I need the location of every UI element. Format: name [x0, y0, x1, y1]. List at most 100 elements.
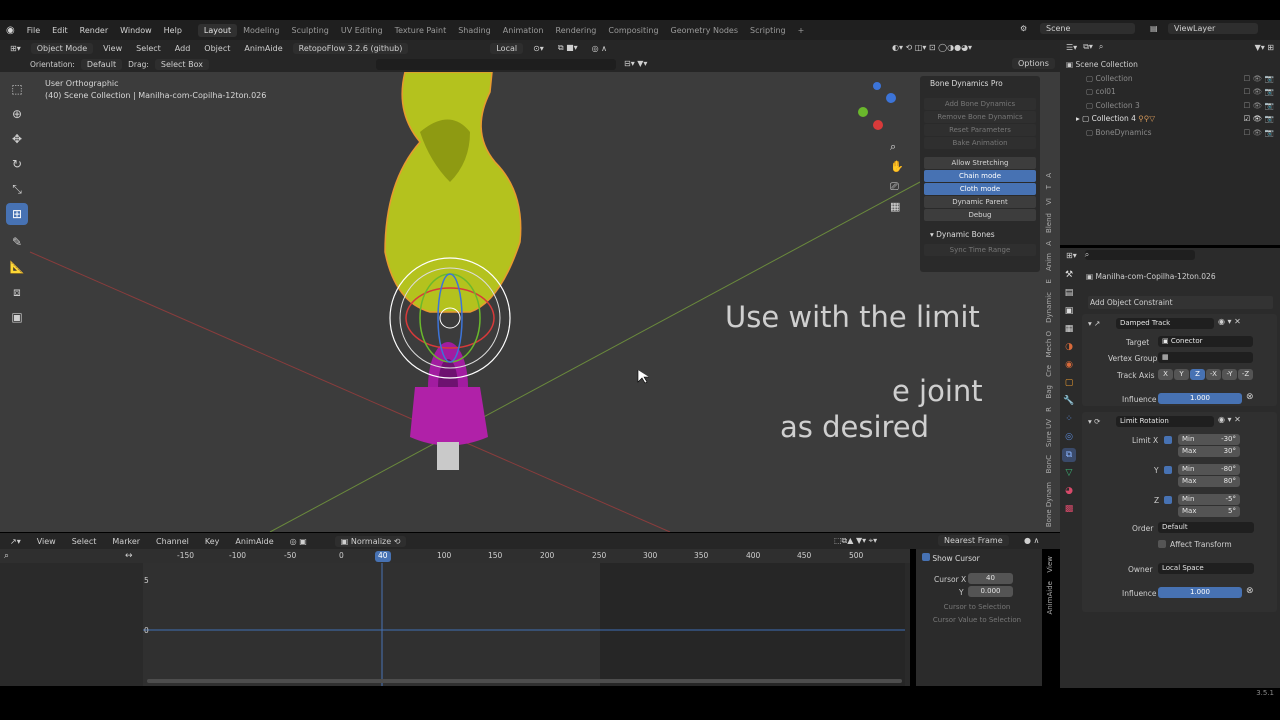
constraints-tab-icon[interactable]: ⧉ — [1062, 448, 1076, 462]
normalize-toggle[interactable]: ▣ Normalize ⟲ — [334, 535, 407, 547]
axis-x-button[interactable]: X — [1158, 369, 1173, 380]
physics-tab-icon[interactable]: ◎ — [1062, 430, 1076, 444]
texture-tab-icon[interactable]: ▩ — [1062, 502, 1076, 516]
sidebar-tab[interactable]: A — [1045, 173, 1053, 178]
view-layer-selector[interactable]: ViewLayer — [1168, 23, 1258, 34]
limit-x-checkbox[interactable] — [1164, 436, 1172, 444]
menu-channel[interactable]: Channel — [152, 536, 193, 547]
camera-icon[interactable]: ⎚ — [890, 177, 904, 197]
bake-animation-button[interactable]: Bake Animation — [924, 137, 1036, 149]
influence-slider[interactable]: 1.000 — [1158, 393, 1242, 404]
tab-animaide[interactable]: AnimAide — [1046, 581, 1054, 614]
mode-dropdown[interactable]: Object Mode — [30, 42, 94, 54]
add-constraint-dropdown[interactable]: Add Object Constraint — [1088, 296, 1273, 309]
x-max-field[interactable]: Max 30° — [1178, 446, 1240, 457]
sidebar-tab[interactable]: Cre — [1045, 365, 1053, 377]
outliner-row[interactable]: ▢ Collection ☐ 👁 📷 — [1066, 72, 1274, 86]
disable-keep-transform-icon[interactable]: ⊗ — [1246, 586, 1254, 596]
sidebar-tab[interactable]: Anim — [1045, 253, 1053, 271]
influence-slider[interactable]: 1.000 — [1158, 587, 1242, 598]
menu-edit[interactable]: Edit — [46, 26, 74, 35]
filter-icon[interactable]: ⊟▾ ▼▾ — [620, 58, 651, 69]
menu-select[interactable]: Select — [132, 43, 165, 54]
axis-z-button[interactable]: Z — [1190, 369, 1205, 380]
tab-sculpting[interactable]: Sculpting — [286, 24, 335, 37]
collapse-icon[interactable]: ▾ ↗ — [1088, 319, 1100, 328]
outliner-row[interactable]: ▢ col01 ☐ 👁 📷 — [1066, 85, 1274, 99]
menu-add[interactable]: Add — [171, 43, 195, 54]
zoom-icon[interactable]: ⌕ — [890, 137, 904, 157]
editor-type-icon[interactable]: ⊞▾ — [1066, 251, 1077, 260]
filter-icon[interactable]: ▼▾ ⊞ — [1255, 43, 1274, 52]
sidebar-tab[interactable]: Sure UV — [1045, 419, 1053, 447]
retopoflow-search-bar[interactable] — [376, 59, 616, 70]
tab-texture-paint[interactable]: Texture Paint — [389, 24, 453, 37]
remove-bone-dynamics-button[interactable]: Remove Bone Dynamics — [924, 111, 1036, 123]
dynamic-bones-subpanel[interactable]: ▾ Dynamic Bones — [920, 222, 1040, 243]
visibility-icons[interactable]: ☐ 👁 📷 — [1244, 72, 1274, 86]
ruler-lock-icon[interactable]: ↔ — [125, 551, 133, 561]
retopoflow-dropdown[interactable]: RetopoFlow 3.2.6 (github) — [292, 42, 409, 54]
constraint-header-icons[interactable]: ◉ ▾ ✕ — [1218, 317, 1241, 326]
sidebar-tab[interactable]: Blend — [1045, 213, 1053, 233]
cursor-y-field[interactable]: 0.000 — [968, 586, 1013, 597]
order-dropdown[interactable]: Default — [1158, 522, 1254, 533]
tab-modeling[interactable]: Modeling — [237, 24, 285, 37]
menu-animaide[interactable]: AnimAide — [231, 536, 277, 547]
cursor-x-field[interactable]: 40 — [968, 573, 1013, 584]
display-mode-icon[interactable]: ⧉▾ — [1083, 42, 1093, 52]
tab-layout[interactable]: Layout — [197, 23, 238, 37]
data-tab-icon[interactable]: ▽ — [1062, 466, 1076, 480]
menu-object[interactable]: Object — [200, 43, 234, 54]
orientation-dropdown[interactable]: Default — [80, 58, 123, 70]
sync-time-range-button[interactable]: Sync Time Range — [924, 244, 1036, 256]
visibility-icons[interactable]: ☐ 👁 📷 — [1244, 126, 1274, 140]
sidebar-tab[interactable]: VI — [1045, 198, 1053, 205]
menu-view[interactable]: View — [33, 536, 60, 547]
view-layer-tab-icon[interactable]: ▦ — [1062, 322, 1076, 336]
search-icon[interactable]: ⌕ — [1099, 42, 1103, 52]
sidebar-tab[interactable]: T — [1045, 185, 1053, 189]
filter-icons[interactable]: ⬚⧉▲ ▼▾ ⌖▾ — [830, 535, 881, 547]
z-min-field[interactable]: Min -5° — [1178, 494, 1240, 505]
graph-editor-area[interactable]: ↔ ⌕ -150 -100 -50 0 40 100 150 200 250 3… — [0, 549, 910, 686]
add-bone-dynamics-button[interactable]: Add Bone Dynamics — [924, 98, 1036, 110]
y-min-field[interactable]: Min -80° — [1178, 464, 1240, 475]
transform-orientation-dropdown[interactable]: Local — [490, 42, 524, 54]
dynamic-parent-toggle[interactable]: Dynamic Parent — [924, 196, 1036, 208]
axis-y-button[interactable]: Y — [1174, 369, 1189, 380]
menu-marker[interactable]: Marker — [108, 536, 144, 547]
object-tab-icon[interactable]: ▢ — [1062, 376, 1076, 390]
grid-icon[interactable]: ▦ — [890, 197, 904, 217]
modifier-tab-icon[interactable]: 🔧 — [1062, 394, 1076, 408]
cursor-tool-icon[interactable]: ⊕ — [6, 103, 28, 125]
visibility-icons[interactable]: ☑ 👁 📷 — [1244, 112, 1274, 126]
menu-window[interactable]: Window — [114, 26, 158, 35]
scene-selector[interactable]: Scene — [1040, 23, 1135, 34]
tab-animation[interactable]: Animation — [497, 24, 550, 37]
axis-negz-button[interactable]: -Z — [1238, 369, 1253, 380]
limit-y-checkbox[interactable] — [1164, 466, 1172, 474]
menu-key[interactable]: Key — [201, 536, 224, 547]
add-cube-tool-icon[interactable]: ⧈ — [6, 281, 28, 303]
show-cursor-row[interactable]: Show Cursor — [916, 549, 1042, 567]
chain-mode-toggle[interactable]: Chain mode — [924, 170, 1036, 182]
vertex-group-field[interactable]: ▦ — [1158, 352, 1253, 363]
axis-negx-button[interactable]: -X — [1206, 369, 1221, 380]
menu-render[interactable]: Render — [74, 26, 114, 35]
scale-tool-icon[interactable]: ⤡ — [6, 178, 28, 200]
z-max-field[interactable]: Max 5° — [1178, 506, 1240, 517]
cloth-mode-toggle[interactable]: Cloth mode — [924, 183, 1036, 195]
measure-tool-icon[interactable]: 📐 — [6, 256, 28, 278]
sidebar-tab[interactable]: Bone Dynam — [1045, 482, 1053, 527]
3d-viewport[interactable]: User Orthographic (40) Scene Collection … — [0, 72, 1060, 532]
properties-search[interactable]: ⌕ — [1084, 250, 1195, 260]
rotate-tool-icon[interactable]: ↻ — [6, 153, 28, 175]
viewport-gizmo-icons[interactable]: ◐▾ ⟲ ◫▾ ⊡ ◯◑●◕▾ — [888, 42, 976, 53]
select-box-tool-icon[interactable]: ⬚ — [6, 78, 28, 100]
scene-tab-icon[interactable]: ◑ — [1062, 340, 1076, 354]
collapse-icon[interactable]: ▾ ⟳ — [1088, 417, 1100, 426]
cursor-to-selection-button[interactable]: Cursor to Selection — [922, 603, 1032, 611]
menu-view[interactable]: View — [99, 43, 126, 54]
proportional-icon[interactable]: ● ∧ — [1020, 535, 1043, 546]
